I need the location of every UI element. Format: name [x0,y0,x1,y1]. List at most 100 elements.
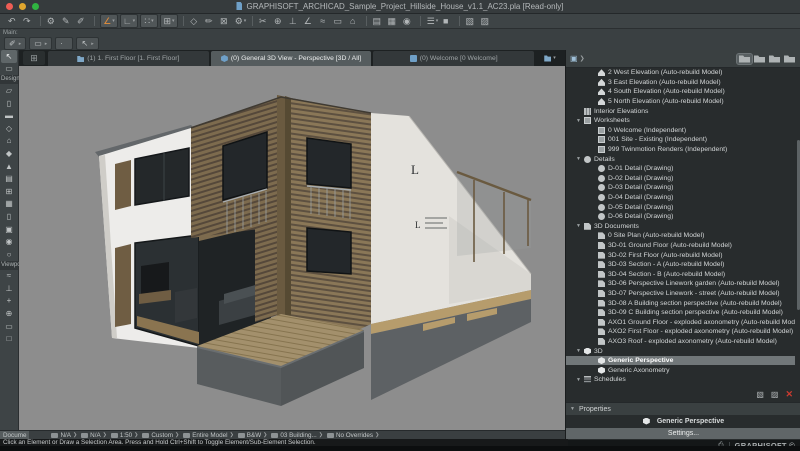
slab-tool[interactable]: ◇ [1,122,17,135]
quick-option-field[interactable]: N/A ❯ [51,432,77,439]
navigator-tree-item[interactable]: ▼ 5 North Elevation (Auto-rebuild Model) [566,97,795,107]
navigator-tree-item[interactable]: ▼ 3D-02 First Floor (Auto-rebuild Model) [566,250,795,260]
quick-option-field[interactable]: Entire Model ❯ [183,432,234,439]
curtain-wall-tool[interactable]: ▦ [1,198,17,211]
navigator-tree-item[interactable]: ▼ D-05 Detail (Drawing) [566,202,795,212]
new-viewpoint-icon[interactable]: ▧ [756,390,764,399]
navigator-tree-item[interactable]: ▼ 0 Site Plan (Auto-rebuild Model) [566,231,795,241]
adjust-icon[interactable]: ⊕▾ [273,15,286,27]
quick-option-field[interactable]: N/A ❯ [81,432,107,439]
navigator-tree-item[interactable]: ▼ 3D [566,346,795,356]
renovation-icon[interactable]: ◉▾ [402,15,415,27]
navigator-tree-item[interactable]: ▼ 3D-03 Section - A (Auto-rebuild Model) [566,260,795,270]
3d-camera-tool[interactable]: □ [1,332,17,345]
element-settings-button[interactable]: ▭▸ [29,37,52,50]
guide-lines-icon[interactable]: ∠▾ [100,14,118,28]
detail-tool[interactable]: + [1,295,17,308]
lamp-tool[interactable]: ○ [1,248,17,261]
navigator-tree-item[interactable]: ▼ 0 Welcome (Independent) [566,126,795,136]
delete-icon[interactable]: ✕ [785,389,793,400]
teamwork-receive-icon[interactable]: ▨▾ [480,15,493,27]
trim-icon[interactable]: ✂▾ [258,15,271,27]
redo-icon[interactable]: ↷▾ [22,15,35,27]
navigator-tree-item[interactable]: ▼ 3D-07 Perspective Linework - street (A… [566,289,795,299]
navigator-tree-item[interactable]: ▼ 3D-06 Perspective Linework garden (Aut… [566,279,795,289]
project-chooser-icon[interactable]: ▣❯ [570,54,585,63]
navigator-tree-item[interactable]: ▼ AXO1 Ground Floor - exploded axonometr… [566,317,795,327]
stories-icon[interactable]: ▦▾ [387,15,400,27]
quick-option-field[interactable]: 1:50 ❯ [111,432,138,439]
elevation-tool[interactable]: ⊥ [1,282,17,295]
navigator-tree-item[interactable]: ▼ 001 Site - Existing (Independent) [566,135,795,145]
fillet-icon[interactable]: ∠▾ [303,15,316,27]
railing-tool[interactable]: ⊞ [1,185,17,198]
snap-points-icon[interactable]: ∷▾ [140,14,158,28]
window-tool[interactable]: ▣ [1,223,17,236]
quick-option-field[interactable]: No Overrides ❯ [327,432,379,439]
stair-tool[interactable]: ▤ [1,172,17,185]
grid-snap-icon[interactable]: ⊞▾ [160,14,178,28]
navigator-tree-item[interactable]: ▼ AXO3 Roof - exploded axonometry (Auto-… [566,337,795,347]
tab-welcome[interactable]: (0) Welcome [0 Welcome] [373,51,534,66]
settings-button[interactable]: Settings... [566,428,800,439]
navigator-tree-item[interactable]: ▼ Generic Perspective [566,356,795,366]
mesh-tool[interactable]: ▲ [1,160,17,173]
navigator-tree-item[interactable]: ▼ Worksheets [566,116,795,126]
beam-tool[interactable]: ▬ [1,109,17,122]
dot-button[interactable]: ·▸ [55,37,73,50]
tab-overview-icon[interactable]: ⊞ [23,51,45,65]
new-tab-button[interactable]: ▾ [535,50,565,66]
split-icon[interactable]: ⊥▾ [288,15,301,27]
object-tool[interactable]: ◉ [1,235,17,248]
section-tool[interactable]: ≈ [1,270,17,283]
parameters-icon[interactable]: ⚙▾ [46,15,59,27]
teamwork-send-icon[interactable]: ▧▾ [465,15,478,27]
options-icon[interactable]: ⚙▾ [234,15,247,27]
column-tool[interactable]: ▯ [1,97,17,110]
quick-option-field[interactable]: Custom ❯ [142,432,179,439]
tab-first-floor[interactable]: (1) 1. First Floor [1. First Floor] [48,51,209,66]
navigator-tree-item[interactable]: ▼ Schedules [566,375,795,385]
navigator-tree-item[interactable]: ▼ 3D-04 Section - B (Auto-rebuild Model) [566,269,795,279]
navigator-tree-item[interactable]: ▼ 3D-09 C Building section perspective (… [566,308,795,318]
layers-icon[interactable]: ▤▾ [372,15,385,27]
navigator-tree-item[interactable]: ▼ D-02 Detail (Drawing) [566,174,795,184]
snap-guides-icon[interactable]: ∟▾ [120,14,138,28]
marquee-tool[interactable]: ▭ [1,63,17,76]
arrow-tool-button[interactable]: ↖▸ [76,37,98,50]
navigator-tree-item[interactable]: ▼ 3D Documents [566,222,795,232]
publish-icon[interactable]: ■▾ [441,15,454,27]
project-map-icon[interactable] [737,54,752,64]
navigator-tree-item[interactable]: ▼ 3D-01 Ground Floor (Auto-rebuild Model… [566,241,795,251]
3d-cutaway-icon[interactable]: ⌂▾ [348,15,361,27]
navigator-tree-item[interactable]: ▼ Details [566,154,795,164]
navigator-tree-item[interactable]: ▼ 999 Twinmotion Renders (Independent) [566,145,795,155]
roof-tool[interactable]: ⌂ [1,135,17,148]
navigator-tree-item[interactable]: ▼ Generic Axonometry [566,365,795,375]
stretch-icon[interactable]: ▭▾ [333,15,346,27]
quick-option-field[interactable]: B&W ❯ [238,432,268,439]
layout-book-icon[interactable] [767,54,782,64]
navigator-tree-item[interactable]: ▼ 3D-08 A Building section perspective (… [566,298,795,308]
door-tool[interactable]: ▯ [1,210,17,223]
worksheet-tool[interactable]: ⊕ [1,307,17,320]
inject-parameters-icon[interactable]: ✐▾ [76,15,89,27]
suspend-groups-icon[interactable]: ◇▾ [189,15,202,27]
navigator-tree-item[interactable]: ▼ 2 West Elevation (Auto-rebuild Model) [566,68,795,78]
view-map-icon[interactable] [752,54,767,64]
navigator-tree-item[interactable]: ▼ D-01 Detail (Drawing) [566,164,795,174]
magic-wand-icon[interactable]: ✏▾ [204,15,217,27]
arrow-tool[interactable]: ↖ [1,50,17,63]
favorites-button[interactable]: ✐▸ [4,37,26,50]
navigator-tree-item[interactable]: ▼ 3 East Elevation (Auto-rebuild Model) [566,78,795,88]
quick-option-field[interactable]: 03 Building... ❯ [271,432,323,439]
resize-icon[interactable]: ≈▾ [318,15,331,27]
views-icon[interactable]: ☰▾ [426,15,439,27]
shell-tool[interactable]: ◆ [1,147,17,160]
publisher-sets-icon[interactable] [782,54,797,64]
wall-tool[interactable]: ▱ [1,84,17,97]
undo-icon[interactable]: ↶▾ [7,15,20,27]
pick-up-parameters-icon[interactable]: ✎▾ [61,15,74,27]
navigator-tree-item[interactable]: ▼ AXO2 First Floor - exploded axonometry… [566,327,795,337]
camera-tool[interactable]: ▭ [1,320,17,333]
